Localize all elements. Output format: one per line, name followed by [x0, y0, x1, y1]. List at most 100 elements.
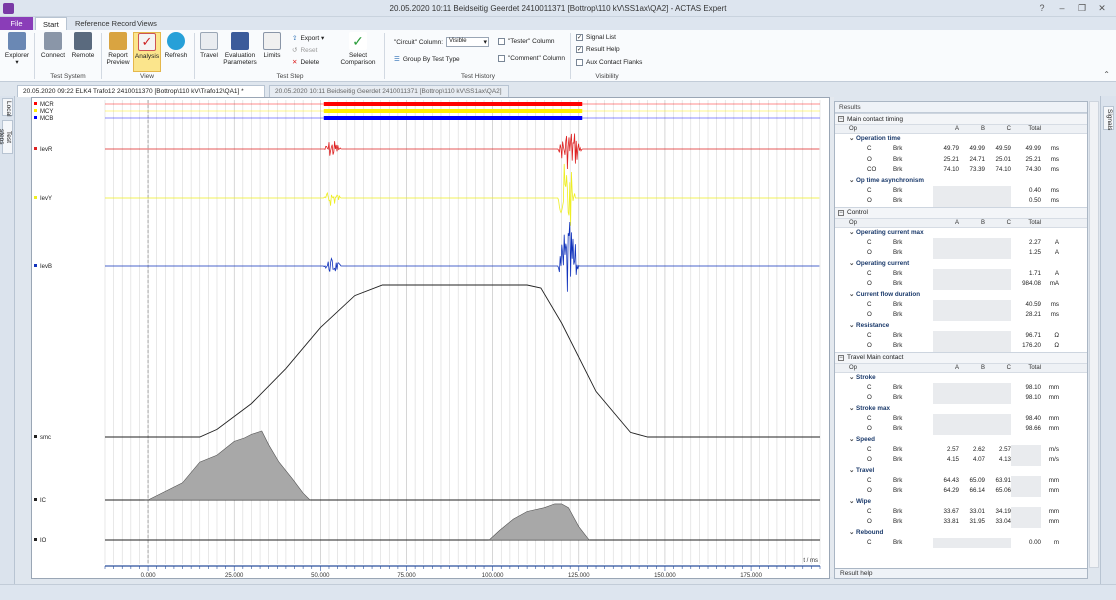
tab-local[interactable]: Local — [2, 98, 13, 117]
tab-file[interactable]: File — [0, 17, 33, 30]
result-row: O Brk 0.50 ms — [835, 196, 1087, 207]
row-op: C — [867, 476, 872, 484]
result-group[interactable]: Op time asynchronism — [835, 176, 1087, 186]
row-phase-c: 49.59 — [995, 145, 1011, 152]
remote-button[interactable]: Remote — [69, 32, 97, 72]
comment-column-toggle[interactable]: "Comment" Column — [498, 55, 565, 62]
analysis-button[interactable]: ✓ Analysis — [133, 32, 161, 72]
row-total: 98.40 — [1025, 414, 1041, 422]
row-op: C — [867, 238, 872, 246]
circuit-column-select[interactable]: Visible — [446, 37, 490, 47]
channel-marker — [34, 435, 37, 438]
result-group[interactable]: Operating current max — [835, 228, 1087, 238]
signal-list-toggle[interactable]: ✓ Signal List — [576, 34, 616, 41]
collapse-icon[interactable]: − — [838, 209, 844, 216]
result-help-panel[interactable]: Result help — [834, 568, 1088, 579]
result-group[interactable]: Resistance — [835, 321, 1087, 331]
section-header[interactable]: − Control — [835, 206, 1087, 218]
row-unit: ms — [1050, 300, 1059, 308]
close-icon[interactable]: ✕ — [1094, 2, 1110, 14]
restore-icon[interactable]: ❐ — [1074, 2, 1090, 14]
row-total — [1011, 506, 1041, 517]
section-header[interactable]: − Main contact timing — [835, 113, 1087, 124]
group-by-test-type-button[interactable]: ☰ Group By Test Type — [394, 55, 460, 64]
group-label-test-history: Test History — [461, 73, 495, 80]
row-total: 1.71 — [1028, 269, 1041, 277]
row-phase-a: 33.67 — [943, 507, 959, 515]
tester-column-toggle[interactable]: "Tester" Column — [498, 38, 555, 45]
row-unit: m — [1053, 538, 1059, 546]
tab-views[interactable]: Views — [130, 17, 164, 30]
comment-column-checkbox[interactable] — [498, 55, 505, 62]
results-section: −ControlOpABCTotalOperating current maxC… — [835, 206, 1087, 352]
ribbon-collapse-icon[interactable]: ⌃ — [1103, 70, 1110, 79]
result-group[interactable]: Stroke max — [835, 404, 1087, 414]
signal-list-checkbox[interactable]: ✓ — [576, 34, 583, 41]
row-phase-b — [959, 341, 985, 352]
x-tick-label: 175.000 — [740, 573, 762, 579]
collapse-icon[interactable]: − — [838, 116, 844, 122]
row-phase-b: 33.01 — [969, 507, 985, 515]
connect-button[interactable]: Connect — [39, 32, 67, 72]
row-phase-b: 2.62 — [972, 445, 985, 453]
column-header: Total — [1028, 219, 1041, 226]
signal-list-label: Signal List — [586, 34, 616, 41]
report-preview-button[interactable]: Report Preview — [104, 32, 132, 72]
row-phase-a — [933, 341, 959, 352]
select-comparison-button[interactable]: ✓ Select Comparison — [338, 32, 378, 72]
results-scrollbar[interactable] — [1089, 101, 1099, 568]
result-group[interactable]: Speed — [835, 435, 1087, 445]
evaluation-parameters-button[interactable]: Evaluation Parameters — [222, 32, 258, 72]
result-help-toggle[interactable]: ✓ Result Help — [576, 46, 620, 53]
tester-column-checkbox[interactable] — [498, 38, 505, 45]
row-total — [1011, 475, 1041, 486]
row-type: Brk — [893, 280, 903, 287]
row-type: Brk — [893, 518, 903, 525]
row-unit: mm — [1048, 518, 1059, 525]
result-group[interactable]: Wipe — [835, 497, 1087, 507]
circuit-column-label: "Circuit" Column: — [394, 38, 444, 46]
column-header: Total — [1028, 364, 1041, 371]
row-unit: mm — [1048, 476, 1059, 484]
tab-signals[interactable]: Signals — [1103, 106, 1114, 130]
result-group[interactable]: Operating current — [835, 259, 1087, 269]
aux-contact-flanks-checkbox[interactable] — [576, 59, 583, 66]
result-row: CO Brk 74.10 73.39 74.10 74.30 ms — [835, 165, 1087, 176]
ribbon: Explorer ▾ Connect Remote Report Preview … — [0, 30, 1116, 82]
collapse-icon[interactable]: − — [838, 354, 844, 361]
left-side-panel: Local Test steps — [0, 96, 15, 600]
result-group[interactable]: Stroke — [835, 373, 1087, 383]
doc-tab-beidseitig[interactable]: 20.05.2020 10:11 Beidseitig Geerdet 2410… — [269, 85, 509, 97]
limits-button[interactable]: Limits — [261, 32, 283, 72]
result-help-checkbox[interactable]: ✓ — [576, 46, 583, 53]
aux-contact-flanks-toggle[interactable]: Aux Contact Flanks — [576, 59, 642, 66]
delete-button[interactable]: ✕ Delete — [292, 58, 319, 67]
signal-plot-svg[interactable]: 0.000 25.000 50.000 75.000 100.000 125.000 150… — [32, 98, 831, 580]
help-icon[interactable]: ? — [1034, 2, 1050, 14]
row-phase-b: 4.07 — [972, 456, 985, 463]
result-group[interactable]: Current flow duration — [835, 290, 1087, 300]
row-op: C — [867, 186, 872, 194]
row-phase-b — [959, 299, 985, 310]
doc-tab-elk4[interactable]: 20.05.2020 09:22 ELK4 Trafo12 2410011370… — [17, 85, 265, 97]
minimize-icon[interactable]: – — [1054, 2, 1070, 14]
x-tick-label: 125.000 — [568, 573, 590, 579]
tab-test-steps[interactable]: Test steps — [0, 120, 13, 154]
row-phase-c: 33.04 — [995, 518, 1011, 525]
result-group[interactable]: Rebound — [835, 528, 1087, 538]
refresh-button[interactable]: Refresh — [162, 32, 190, 72]
row-unit: m/s — [1049, 445, 1059, 453]
travel-button[interactable]: Travel — [197, 32, 221, 72]
signal-plot[interactable]: 0.000 25.000 50.000 75.000 100.000 125.000 150… — [31, 97, 830, 579]
row-phase-b — [959, 393, 985, 404]
result-group[interactable]: Operation time — [835, 134, 1087, 144]
comment-column-label: "Comment" Column — [508, 55, 565, 62]
export-button[interactable]: ⇪ Export ▾ — [292, 34, 324, 42]
section-header[interactable]: − Travel Main contact — [835, 351, 1087, 363]
result-group[interactable]: Travel — [835, 466, 1087, 476]
reset-button[interactable]: ↺ Reset — [292, 46, 317, 55]
explorer-button[interactable]: Explorer ▾ — [3, 32, 31, 72]
tab-start[interactable]: Start — [35, 17, 67, 30]
row-total: 74.30 — [1025, 166, 1041, 173]
row-phase-b: 49.99 — [969, 145, 985, 152]
